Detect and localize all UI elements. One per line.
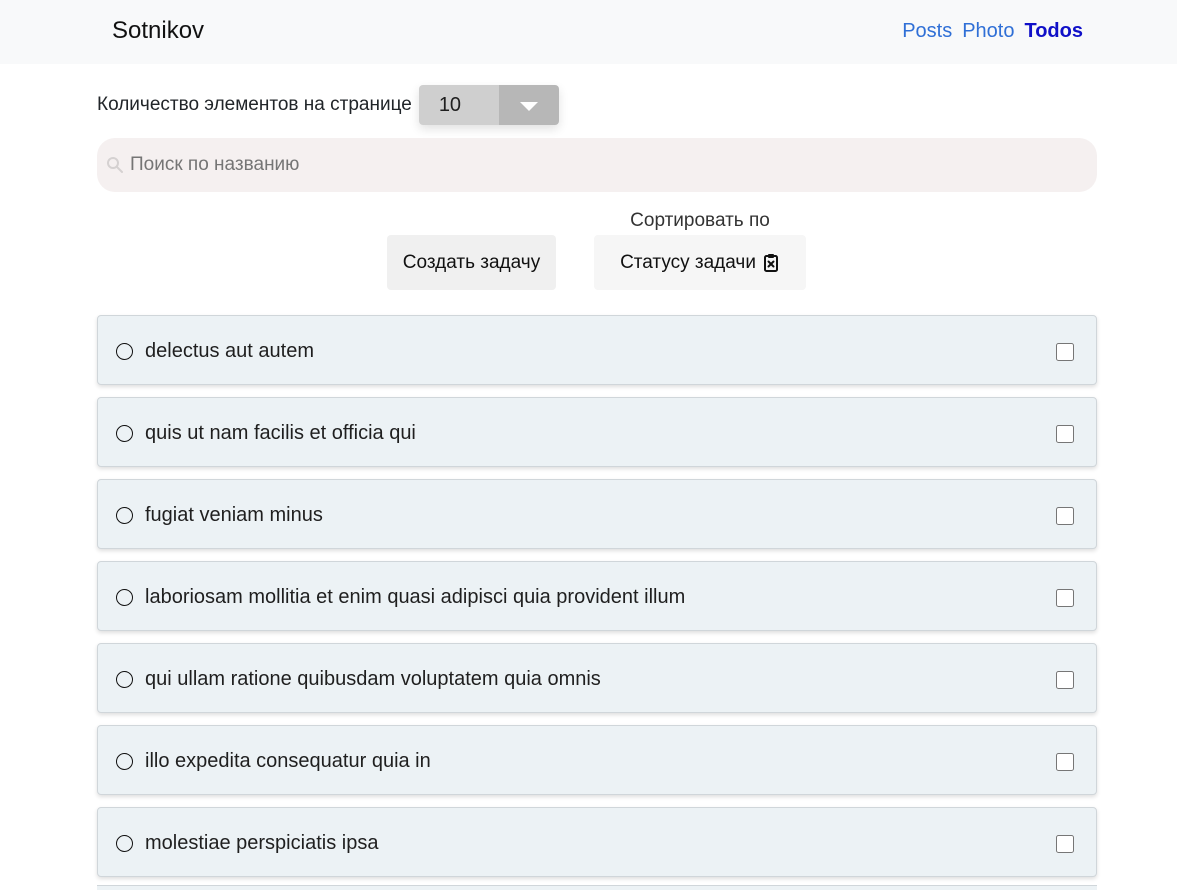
- clipboard-x-icon: [763, 253, 778, 272]
- sort-by-status-button[interactable]: Статусу задачи: [594, 235, 806, 290]
- todo-title: fugiat veniam minus: [145, 504, 323, 526]
- todo-item[interactable]: quis ut nam facilis et officia qui: [97, 397, 1097, 467]
- chevron-down-icon: [519, 101, 538, 111]
- circle-icon: [116, 343, 133, 360]
- todo-title: illo expedita consequatur quia in: [145, 750, 431, 772]
- todo-title: molestiae perspiciatis ipsa: [145, 832, 379, 854]
- todo-item[interactable]: fugiat veniam minus: [97, 479, 1097, 549]
- search-input[interactable]: [128, 153, 1062, 177]
- todo-checkbox[interactable]: [1056, 589, 1074, 607]
- circle-icon: [116, 507, 133, 524]
- page-size-control: Количество элементов на странице 10: [97, 85, 559, 125]
- circle-icon: [116, 589, 133, 606]
- next-todo-item-edge: [97, 885, 1097, 890]
- main-navigation: Posts Photo Todos: [902, 18, 1083, 44]
- circle-icon: [116, 753, 133, 770]
- todo-title: delectus aut autem: [145, 340, 314, 362]
- circle-icon: [116, 671, 133, 688]
- todo-checkbox[interactable]: [1056, 425, 1074, 443]
- todos-page: Количество элементов на странице 10 Сорт…: [97, 64, 1097, 890]
- nav-posts[interactable]: Posts: [902, 18, 952, 44]
- circle-icon: [116, 835, 133, 852]
- nav-photo[interactable]: Photo: [962, 18, 1014, 44]
- todo-item[interactable]: delectus aut autem: [97, 315, 1097, 385]
- todo-item[interactable]: molestiae perspiciatis ipsa: [97, 807, 1097, 877]
- brand-logo[interactable]: Sotnikov: [112, 16, 204, 46]
- top-navbar: Sotnikov Posts Photo Todos: [0, 0, 1177, 64]
- sort-label: Сортировать по: [630, 210, 770, 231]
- todo-item[interactable]: laboriosam mollitia et enim quasi adipis…: [97, 561, 1097, 631]
- circle-icon: [116, 425, 133, 442]
- page-size-label: Количество элементов на странице: [97, 94, 412, 115]
- todo-item[interactable]: qui ullam ratione quibusdam voluptatem q…: [97, 643, 1097, 713]
- page-size-value[interactable]: 10: [418, 85, 499, 125]
- todo-checkbox[interactable]: [1056, 753, 1074, 771]
- nav-todos[interactable]: Todos: [1024, 18, 1083, 44]
- sort-by-status-label: Статусу задачи: [620, 252, 756, 273]
- todo-title: qui ullam ratione quibusdam voluptatem q…: [145, 668, 601, 690]
- todo-checkbox[interactable]: [1056, 507, 1074, 525]
- create-task-button[interactable]: Создать задачу: [387, 235, 556, 290]
- todo-checkbox[interactable]: [1056, 343, 1074, 361]
- search-icon: [107, 157, 123, 173]
- page-size-dropdown-toggle[interactable]: [498, 85, 559, 125]
- todo-title: quis ut nam facilis et officia qui: [145, 422, 416, 444]
- todo-item[interactable]: illo expedita consequatur quia in: [97, 725, 1097, 795]
- page-size-select[interactable]: 10: [418, 85, 559, 125]
- todo-title: laboriosam mollitia et enim quasi adipis…: [145, 586, 686, 608]
- search-field[interactable]: [97, 138, 1097, 192]
- todo-checkbox[interactable]: [1056, 671, 1074, 689]
- todo-checkbox[interactable]: [1056, 835, 1074, 853]
